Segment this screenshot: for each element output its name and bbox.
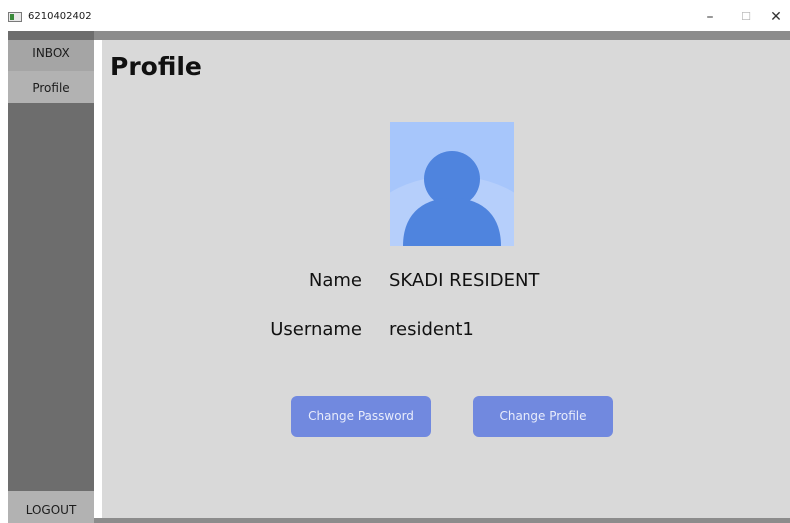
maximize-button[interactable]: ☐: [736, 8, 756, 26]
change-password-button[interactable]: Change Password: [291, 396, 431, 437]
profile-panel: Profile Name SKADI RESIDENT Username res…: [102, 40, 790, 518]
sidebar-item-inbox[interactable]: INBOX: [8, 40, 94, 74]
username-label: Username: [270, 319, 362, 340]
content-top-border: [94, 31, 790, 40]
name-label: Name: [308, 270, 362, 291]
app-icon: [8, 12, 22, 22]
page-title: Profile: [110, 52, 202, 81]
username-value: resident1: [389, 319, 474, 340]
window-title: 6210402402: [28, 11, 92, 22]
user-avatar-icon: [390, 122, 514, 246]
content-bottom-border: [94, 518, 790, 523]
sidebar: INBOX Profile LOGOUT: [8, 31, 94, 523]
name-value: SKADI RESIDENT: [389, 270, 540, 291]
sidebar-item-profile[interactable]: Profile: [8, 71, 94, 103]
change-profile-button[interactable]: Change Profile: [473, 396, 613, 437]
avatar-svg: [390, 122, 514, 246]
minimize-button[interactable]: –: [700, 8, 720, 26]
app-window: 6210402402 – ☐ ✕ INBOX Profile LOGOUT Pr…: [0, 0, 790, 523]
close-button[interactable]: ✕: [766, 8, 786, 26]
title-bar: 6210402402 – ☐ ✕: [0, 0, 790, 31]
logout-button[interactable]: LOGOUT: [8, 491, 94, 523]
